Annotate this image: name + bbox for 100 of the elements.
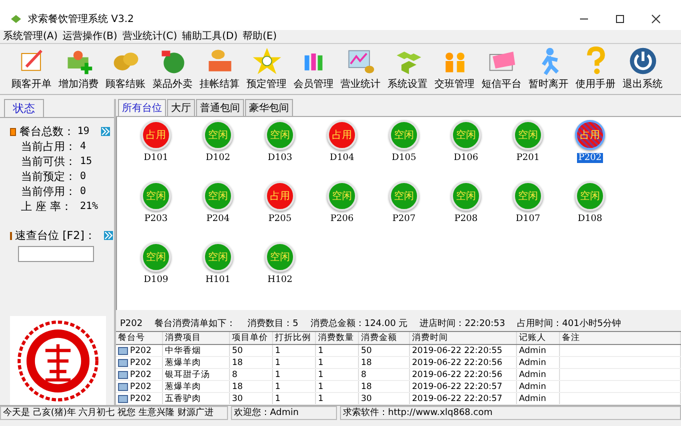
expand-icon[interactable] — [101, 127, 110, 136]
maximize-icon[interactable] — [615, 14, 625, 24]
menu-item[interactable]: 帮助(E) — [242, 30, 277, 43]
table-cell: Admin — [519, 370, 546, 380]
table-cell: P202 — [130, 358, 152, 368]
toolbar-button[interactable]: 顾客开单 — [8, 44, 55, 94]
quick-search-field[interactable] — [18, 246, 94, 262]
toolbar-button[interactable]: 营业统计 — [337, 44, 384, 94]
toolbar-button[interactable]: 增加消费 — [55, 44, 102, 94]
table-cell: 8 — [361, 370, 366, 380]
stat-value: 0 — [80, 171, 88, 182]
column-header[interactable]: 打折比例 — [273, 332, 316, 344]
table-name: D102 — [204, 153, 232, 163]
table-cell: 1 — [318, 394, 324, 404]
column-header[interactable]: 备注 — [560, 332, 681, 344]
table-status-button[interactable]: 占用 — [575, 120, 605, 150]
table-name: P202 — [577, 153, 603, 163]
stat-value: 0 — [80, 186, 88, 197]
app-logo-icon — [10, 14, 22, 24]
stat-label: 餐台总数： — [19, 124, 74, 139]
toolbar-button[interactable]: 短信平台 — [478, 44, 525, 94]
stat-label: 当前停用： — [21, 184, 77, 199]
column-header[interactable]: 记账人 — [517, 332, 560, 344]
table-cell: 1 — [318, 382, 324, 392]
column-header[interactable]: 餐台号 — [116, 332, 163, 344]
table-cell: 1 — [318, 358, 324, 368]
menu-item[interactable]: 系统管理(A) — [3, 30, 58, 43]
status-tab[interactable]: 状态 — [4, 99, 44, 117]
area-tab[interactable]: 大厅 — [167, 99, 195, 116]
table-cell: 中华香烟 — [165, 345, 201, 356]
table-name: P201 — [515, 153, 541, 163]
table-name: P204 — [205, 214, 231, 224]
bullet-icon — [10, 128, 16, 136]
table-cell: 18 — [232, 358, 243, 368]
area-tab[interactable]: 普通包间 — [196, 99, 244, 116]
menu-item[interactable]: 营业统计(C) — [122, 30, 178, 43]
table-cell: 1 — [275, 346, 280, 356]
table-status-button[interactable]: 占用 — [141, 120, 171, 150]
toolbar-button[interactable]: 交班管理 — [431, 44, 478, 94]
order-info-text: 占用时间：401小时5分钟 — [517, 318, 622, 330]
table-cell: Admin — [519, 346, 546, 356]
column-header[interactable]: 消费时间 — [410, 332, 517, 344]
table-name: D101 — [142, 153, 170, 163]
order-info-text: 餐台消费清单如下： — [154, 318, 236, 330]
table-status-button[interactable]: 占用 — [327, 120, 357, 150]
table-cell: 1 — [275, 358, 280, 368]
table-name: P208 — [453, 214, 479, 224]
table-cell: 18 — [361, 382, 372, 392]
table-cell: P202 — [130, 394, 152, 404]
table-cell: 1 — [275, 394, 280, 404]
quick-search-label: 速查台位 [F2]： — [15, 228, 96, 243]
column-header[interactable]: 消费项目 — [163, 332, 230, 344]
column-header[interactable]: 项目单价 — [230, 332, 273, 344]
area-tab[interactable]: 所有台位 — [118, 99, 166, 116]
order-info-text: 消费总金额：124.00 元 — [310, 318, 408, 330]
table-cell: 2019-06-22 22:20:55 — [412, 346, 502, 356]
toolbar-button[interactable]: 会员管理 — [290, 44, 337, 94]
order-info-text: 进店时间：22:20:53 — [420, 318, 506, 330]
table-cell: 五香驴肉 — [165, 393, 201, 404]
toolbar-button[interactable]: 系统设置 — [384, 44, 431, 94]
menu-item[interactable]: 运营操作(B) — [62, 30, 118, 43]
area-tab[interactable]: 豪华包间 — [245, 99, 293, 116]
table-name: H101 — [204, 275, 232, 285]
toolbar-button[interactable]: 挂帐结算 — [196, 44, 243, 94]
table-name: P206 — [329, 214, 355, 224]
table-cell: 50 — [232, 346, 243, 356]
stat-label: 上 座 率： — [21, 199, 73, 214]
status-bar-text: 欢迎您：Admin — [231, 406, 337, 420]
table-cell: 葱爆羊肉 — [165, 357, 201, 368]
menu-item[interactable]: 辅助工具(D) — [182, 30, 238, 43]
close-icon[interactable] — [651, 14, 661, 24]
stat-value: 4 — [80, 141, 88, 152]
table-cell: 18 — [232, 382, 243, 392]
table-name: H102 — [266, 275, 294, 285]
column-header[interactable]: 消费金额 — [359, 332, 410, 344]
status-bar-text: 今天是 己亥(猪)年 六月初七 祝您 生意兴隆 财源广进 — [0, 406, 228, 420]
table-cell: 银耳甜子汤 — [165, 369, 210, 380]
table-cell: 2019-06-22 22:20:56 — [412, 370, 502, 380]
order-info-text: P202 — [120, 318, 143, 329]
table-cell: P202 — [130, 370, 152, 380]
expand-icon[interactable] — [104, 231, 114, 240]
toolbar-button[interactable]: 使用手册 — [572, 44, 619, 94]
toolbar-button[interactable]: 菜品外卖 — [149, 44, 196, 94]
toolbar-button[interactable]: 暂时离开 — [525, 44, 572, 94]
table-cell: 8 — [232, 370, 238, 380]
table-cell: Admin — [519, 394, 546, 404]
table-status-button[interactable]: 占用 — [265, 181, 295, 211]
toolbar-button[interactable]: 顾客结账 — [102, 44, 149, 94]
table-cell: Admin — [519, 382, 546, 392]
power-icon — [628, 46, 658, 76]
table-name: P203 — [143, 214, 169, 224]
toolbar-button[interactable]: 退出系统 — [619, 44, 666, 94]
order-info-text: 消费数目：5 — [248, 318, 298, 330]
table-cell: 1 — [275, 382, 280, 392]
table-cell: 50 — [361, 346, 372, 356]
toolbar-button[interactable]: 预定管理 — [243, 44, 290, 94]
column-header[interactable]: 消费数量 — [316, 332, 359, 344]
stat-value: 21% — [80, 201, 100, 212]
table-name: P205 — [267, 214, 293, 224]
stat-label: 当前可供： — [21, 154, 77, 169]
